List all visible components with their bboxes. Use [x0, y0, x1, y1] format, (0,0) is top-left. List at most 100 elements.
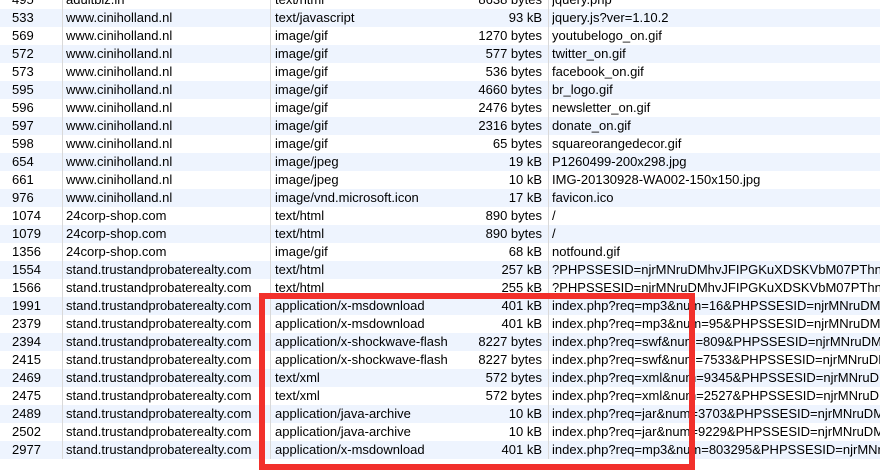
content-type-cell: image/gif	[275, 136, 328, 151]
packet-number-cell: 976	[12, 190, 34, 205]
table-row[interactable]: 2502 stand.trustandprobaterealty.com appli…	[0, 423, 880, 441]
table-row[interactable]: 2394 stand.trustandprobaterealty.com appli…	[0, 333, 880, 351]
size-cell: 10 kB	[508, 424, 542, 439]
hostname-cell: stand.trustandprobaterealty.com	[66, 262, 252, 277]
table-row[interactable]: 2489 stand.trustandprobaterealty.com appli…	[0, 405, 880, 423]
table-row[interactable]: 495 adultbiz.in text/html8638 bytes jquery.…	[0, 0, 880, 9]
size-cell: 2316 bytes	[478, 118, 542, 133]
content-type-cell: application/x-shockwave-flash	[275, 334, 448, 349]
content-type-cell: image/gif	[275, 46, 328, 61]
content-type-cell: image/gif	[275, 28, 328, 43]
packet-number-cell: 573	[12, 64, 34, 79]
filename-cell: squareorangedecor.gif	[552, 136, 682, 151]
table-row[interactable]: 569 www.ciniholland.nl image/gif 1270 bytes…	[0, 27, 880, 45]
hostname-cell: 24corp-shop.com	[66, 244, 167, 259]
hostname-cell: www.ciniholland.nl	[66, 82, 173, 97]
hostname-cell: stand.trustandprobaterealty.com	[66, 388, 252, 403]
table-row[interactable]: 2977 stand.trustandprobaterealty.com appli…	[0, 441, 880, 459]
packet-number-cell: 598	[12, 136, 34, 151]
table-row[interactable]: 2415 stand.trustandprobaterealty.com appli…	[0, 351, 880, 369]
hostname-cell: www.ciniholland.nl	[66, 172, 173, 187]
filename-cell: index.php?req=jar&num=3703&PHPSSESID=njr…	[552, 406, 880, 421]
content-type-cell: image/gif	[275, 82, 328, 97]
size-cell: 572 bytes	[485, 370, 542, 385]
hostname-cell: www.ciniholland.nl	[66, 10, 173, 25]
size-cell: 10 kB	[508, 406, 542, 421]
table-row[interactable]: 2379 stand.trustandprobaterealty.com appli…	[0, 315, 880, 333]
hostname-cell: stand.trustandprobaterealty.com	[66, 406, 252, 421]
packet-number-cell: 654	[12, 154, 34, 169]
content-type-cell: application/x-shockwave-flash	[275, 352, 448, 367]
content-type-cell: image/gif	[275, 118, 328, 133]
filename-cell: ?PHPSSESID=njrMNruDMhvJFIPGKuXDSKVbM07PT…	[552, 280, 880, 295]
size-cell: 577 bytes	[485, 46, 542, 61]
filename-cell: index.php?req=mp3&num=16&PHPSSESID=njrMN…	[552, 298, 880, 313]
size-cell: 68 kB	[508, 244, 542, 259]
content-type-cell: application/x-msdownload	[275, 316, 425, 331]
content-type-cell: text/xml	[275, 388, 320, 403]
content-type-cell: image/gif	[275, 64, 328, 79]
size-cell: 536 bytes	[485, 64, 542, 79]
table-row[interactable]: 572 www.ciniholland.nl image/gif 577 bytes t…	[0, 45, 880, 63]
packet-number-cell: 2415	[12, 352, 41, 367]
hostname-cell: stand.trustandprobaterealty.com	[66, 352, 252, 367]
packet-number-cell: 533	[12, 10, 34, 25]
export-objects-table: 495adultbiz.intext/html8638 bytesjquery.…	[0, 0, 880, 459]
packet-number-cell: 2379	[12, 316, 41, 331]
table-row[interactable]: 2469 stand.trustandprobaterealty.com text/…	[0, 369, 880, 387]
packet-number-cell: 597	[12, 118, 34, 133]
content-type-cell: text/html	[275, 280, 325, 295]
filename-cell: br_logo.gif	[552, 82, 613, 97]
hostname-cell: 24corp-shop.com	[66, 226, 167, 241]
packet-number-cell: 569	[12, 28, 34, 43]
size-cell: 255 kB	[501, 280, 542, 295]
table-row[interactable]: 2475 stand.trustandprobaterealty.com text/…	[0, 387, 880, 405]
table-row[interactable]: 595 www.ciniholland.nl image/gif 4660 bytes…	[0, 81, 880, 99]
hostname-cell: www.ciniholland.nl	[66, 190, 173, 205]
table-row[interactable]: 1356 24corp-shop.com image/gif 68 kB notfoun…	[0, 243, 880, 261]
packet-number-cell: 595	[12, 82, 34, 97]
table-row[interactable]: 573 www.ciniholland.nl image/gif 536 bytes f…	[0, 63, 880, 81]
table-row[interactable]: 1566 stand.trustandprobaterealty.com text/…	[0, 279, 880, 297]
size-cell: 257 kB	[501, 262, 542, 277]
size-cell: 1270 bytes	[478, 28, 542, 43]
table-row[interactable]: 1554 stand.trustandprobaterealty.com text/…	[0, 261, 880, 279]
table-row[interactable]: 976 www.ciniholland.nl image/vnd.microsoft…	[0, 189, 880, 207]
size-cell: 401 kB	[501, 316, 542, 331]
hostname-cell: www.ciniholland.nl	[66, 64, 173, 79]
size-cell: 19 kB	[508, 154, 542, 169]
hostname-cell: www.ciniholland.nl	[66, 100, 173, 115]
filename-cell: IMG-20130928-WA002-150x150.jpg	[552, 172, 761, 187]
hostname-cell: adultbiz.in	[66, 0, 269, 9]
packet-number-cell: 1356	[12, 244, 41, 259]
packet-number-cell: 2394	[12, 334, 41, 349]
size-cell: 65 bytes	[492, 136, 542, 151]
size-cell: 890 bytes	[485, 208, 542, 223]
table-row[interactable]: 1079 24corp-shop.com text/html 890 bytes /	[0, 225, 880, 243]
table-row[interactable]: 1074 24corp-shop.com text/html 890 bytes /	[0, 207, 880, 225]
filename-cell: index.php?req=swf&num=809&PHPSSESID=njrM…	[552, 334, 880, 349]
filename-cell: index.php?req=mp3&num=803295&PHPSSESID=n…	[552, 442, 880, 457]
size-cell: 8227 bytes	[478, 334, 542, 349]
table-row[interactable]: 654 www.ciniholland.nl image/jpeg 19 kB P126…	[0, 153, 880, 171]
packet-number-cell: 2502	[12, 424, 41, 439]
content-type-cell: text/html	[275, 0, 470, 9]
table-row[interactable]: 533 www.ciniholland.nl text/javascript 93 k…	[0, 9, 880, 27]
size-cell: 4660 bytes	[478, 82, 542, 97]
filename-cell: jquery.js?ver=1.10.2	[552, 10, 669, 25]
hostname-cell: www.ciniholland.nl	[66, 136, 173, 151]
hostname-cell: stand.trustandprobaterealty.com	[66, 298, 252, 313]
filename-cell: jquery.php	[552, 0, 880, 9]
filename-cell: favicon.ico	[552, 190, 614, 205]
size-cell: 401 kB	[501, 442, 542, 457]
content-type-cell: text/xml	[275, 370, 320, 385]
table-row[interactable]: 661 www.ciniholland.nl image/jpeg 10 kB IMG-…	[0, 171, 880, 189]
content-type-cell: application/x-msdownload	[275, 298, 425, 313]
table-row[interactable]: 597 www.ciniholland.nl image/gif 2316 bytes…	[0, 117, 880, 135]
filename-cell: P1260499-200x298.jpg	[552, 154, 687, 169]
table-row[interactable]: 1991 stand.trustandprobaterealty.com appli…	[0, 297, 880, 315]
hostname-cell: stand.trustandprobaterealty.com	[66, 316, 252, 331]
table-row[interactable]: 596 www.ciniholland.nl image/gif 2476 bytes…	[0, 99, 880, 117]
table-row[interactable]: 598 www.ciniholland.nl image/gif 65 bytes sq…	[0, 135, 880, 153]
content-type-cell: image/jpeg	[275, 154, 339, 169]
